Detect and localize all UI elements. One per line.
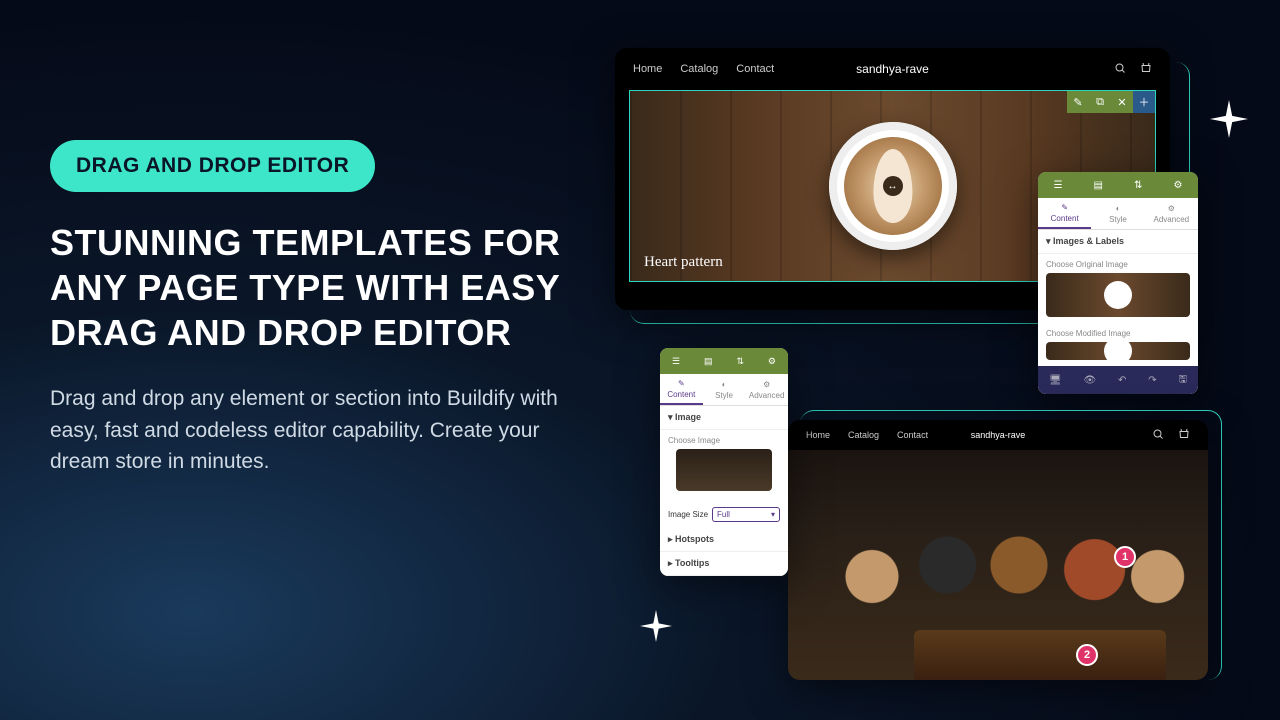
edit-icon[interactable]: ✎ <box>1067 91 1089 113</box>
cart-icon[interactable] <box>1140 62 1152 77</box>
nav-contact[interactable]: Contact <box>897 430 928 440</box>
nav-home[interactable]: Home <box>806 430 830 440</box>
section-image[interactable]: ▾ Image <box>660 406 788 430</box>
hotspot-image[interactable]: 1 2 <box>788 450 1208 680</box>
gear-icon[interactable]: ⚙ <box>768 356 776 367</box>
original-image-thumb[interactable] <box>1046 273 1190 317</box>
hotspot-2[interactable]: 2 <box>1076 644 1098 666</box>
cart-icon[interactable] <box>1178 428 1190 442</box>
description: Drag and drop any element or section int… <box>50 383 570 478</box>
duplicate-icon[interactable]: ⧉ <box>1089 91 1111 113</box>
feature-pill: DRAG AND DROP EDITOR <box>50 140 375 192</box>
panel-tabs: ✎Content ◐Style ⚙Advanced <box>1038 198 1198 230</box>
editor-panel-top: ☰ ▤ ⇅ ⚙ ✎Content ◐Style ⚙Advanced ▾ Imag… <box>1038 172 1198 394</box>
delete-icon[interactable]: ✕ <box>1111 91 1133 113</box>
choose-image: Choose Image <box>660 430 788 501</box>
choose-modified-image: Choose Modified Image <box>1038 323 1198 366</box>
choose-original-image: Choose Original Image <box>1038 254 1198 323</box>
preview-card-bottom: Home Catalog Contact sandhya-rave 1 2 <box>788 420 1208 680</box>
modified-image-thumb[interactable] <box>1046 342 1190 360</box>
gear-icon[interactable]: ⚙ <box>1173 180 1182 191</box>
desktop-icon[interactable]: 🖥 <box>1049 375 1062 386</box>
table <box>914 630 1166 680</box>
image-thumb[interactable] <box>676 449 772 491</box>
tab-content[interactable]: ✎Content <box>1038 198 1091 229</box>
redo-icon[interactable]: ↷ <box>1148 375 1156 386</box>
element-toolbar: ✎ ⧉ ✕ ＋ <box>1067 91 1155 113</box>
site-header: Home Catalog Contact sandhya-rave <box>788 420 1208 450</box>
panel-tabs: ✎Content ◐Style ⚙Advanced <box>660 374 788 406</box>
menu-icon[interactable]: ☰ <box>1054 180 1063 191</box>
headline: STUNNING TEMPLATES FOR ANY PAGE TYPE WIT… <box>50 220 570 355</box>
tree-icon[interactable]: ⇅ <box>1134 180 1142 191</box>
nav-catalog[interactable]: Catalog <box>848 430 879 440</box>
image-size-label: Image Size <box>668 510 708 519</box>
panel-toolbar: ☰ ▤ ⇅ ⚙ <box>1038 172 1198 198</box>
menu-icon[interactable]: ☰ <box>672 356 680 367</box>
marketing-copy: DRAG AND DROP EDITOR STUNNING TEMPLATES … <box>50 140 570 478</box>
eye-icon[interactable]: 👁 <box>1083 375 1096 386</box>
section-tooltips[interactable]: ▸ Tooltips <box>660 552 788 576</box>
section-images-labels[interactable]: ▾ Images & Labels <box>1038 230 1198 254</box>
section-hotspots[interactable]: ▸ Hotspots <box>660 528 788 552</box>
sparkle-icon <box>640 610 672 642</box>
tab-style[interactable]: ◐Style <box>703 374 746 405</box>
tab-advanced[interactable]: ⚙Advanced <box>745 374 788 405</box>
site-title: sandhya-rave <box>856 62 929 76</box>
panel-toolbar: ☰ ▤ ⇅ ⚙ <box>660 348 788 374</box>
hero-caption: Heart pattern <box>644 254 723 271</box>
undo-icon[interactable]: ↶ <box>1118 375 1126 386</box>
site-title: sandhya-rave <box>971 430 1026 440</box>
panel-footer: 🖥 👁 ↶ ↷ 🖫 <box>1038 366 1198 394</box>
tab-advanced[interactable]: ⚙Advanced <box>1145 198 1198 229</box>
tab-style[interactable]: ◐Style <box>1091 198 1144 229</box>
layers-icon[interactable]: ▤ <box>704 356 713 367</box>
compare-slider-handle[interactable]: ↔ <box>883 176 903 196</box>
layers-icon[interactable]: ▤ <box>1094 180 1103 191</box>
tab-content[interactable]: ✎Content <box>660 374 703 405</box>
sparkle-icon <box>1210 100 1248 138</box>
nav-catalog[interactable]: Catalog <box>680 63 718 75</box>
tree-icon[interactable]: ⇅ <box>736 356 744 367</box>
add-icon[interactable]: ＋ <box>1133 91 1155 113</box>
image-size-row: Image Size Full▾ <box>660 501 788 528</box>
site-header: Home Catalog Contact sandhya-rave <box>615 48 1170 90</box>
search-icon[interactable] <box>1114 62 1126 77</box>
search-icon[interactable] <box>1152 428 1164 442</box>
nav-contact[interactable]: Contact <box>736 63 774 75</box>
save-icon[interactable]: 🖫 <box>1178 372 1187 389</box>
nav-home[interactable]: Home <box>633 63 662 75</box>
hotspot-1[interactable]: 1 <box>1114 546 1136 568</box>
image-size-select[interactable]: Full▾ <box>712 507 780 522</box>
editor-panel-bottom: ☰ ▤ ⇅ ⚙ ✎Content ◐Style ⚙Advanced ▾ Imag… <box>660 348 788 576</box>
